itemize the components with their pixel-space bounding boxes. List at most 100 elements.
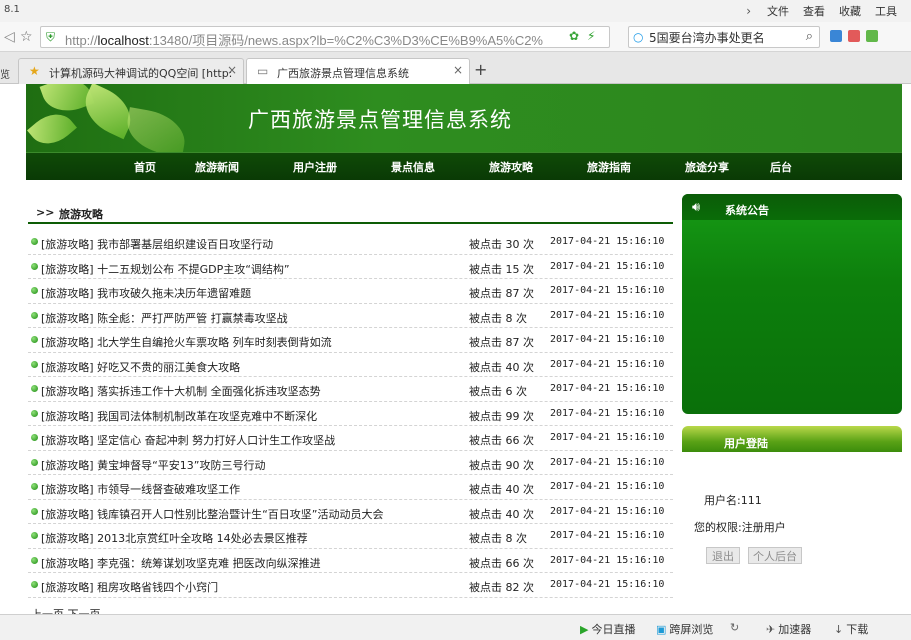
extension-icon[interactable] bbox=[866, 30, 878, 42]
lightning-icon[interactable]: ⚡ bbox=[587, 29, 595, 43]
toolbar-extensions bbox=[830, 30, 878, 42]
bullet-icon bbox=[31, 409, 38, 417]
nav-share[interactable]: 旅途分享 bbox=[685, 159, 729, 175]
menu-file[interactable]: 文件 bbox=[767, 3, 789, 19]
news-title[interactable]: [旅游攻略] 市领导一线督查破难攻坚工作 bbox=[41, 481, 240, 497]
news-date: 2017-04-21 15:16:10 bbox=[550, 579, 665, 590]
nav-home[interactable]: 首页 bbox=[134, 159, 156, 175]
nav-admin[interactable]: 后台 bbox=[770, 159, 792, 175]
news-title[interactable]: [旅游攻略] 我市部署基层组织建设百日攻坚行动 bbox=[41, 236, 273, 252]
news-title[interactable]: [旅游攻略] 我市攻破久拖未决历年遗留难题 bbox=[41, 285, 251, 301]
site-title: 广西旅游景点管理信息系统 bbox=[248, 108, 512, 132]
news-date: 2017-04-21 15:16:10 bbox=[550, 481, 665, 492]
news-clicks: 被点击 40 次 bbox=[469, 483, 534, 496]
search-engine-icon[interactable]: ○ bbox=[633, 30, 643, 44]
news-title[interactable]: [旅游攻略] 钱库镇召开人口性别比整治暨计生“百日攻坚”活动动员大会 bbox=[41, 506, 383, 522]
pager-links[interactable]: 上一页 下一页 bbox=[31, 606, 101, 614]
bullet-icon bbox=[31, 581, 38, 588]
news-date: 2017-04-21 15:16:10 bbox=[550, 505, 665, 517]
bullet-icon bbox=[31, 311, 38, 319]
news-title[interactable]: [旅游攻略] 租房攻略省钱四个小窍门 bbox=[41, 579, 218, 595]
login-header: 用户登陆 bbox=[682, 426, 902, 452]
news-title[interactable]: [旅游攻略] 黄宝坤督导“平安13”攻防三号行动 bbox=[41, 457, 265, 473]
news-title[interactable]: [旅游攻略] 好吃又不贵的丽江美食大攻略 bbox=[41, 359, 240, 375]
news-title[interactable]: [旅游攻略] 我国司法体制机制改革在攻坚克难中不断深化 bbox=[41, 408, 317, 424]
news-clicks: 被点击 6 次 bbox=[469, 385, 527, 398]
nav-travel-news[interactable]: 旅游新闻 bbox=[195, 159, 239, 175]
news-date: 2017-04-21 15:16:10 bbox=[550, 285, 665, 296]
browser-titlebar: 8.1 › 文件 查看 收藏 工具 bbox=[0, 0, 911, 22]
chevron-right-icon[interactable]: › bbox=[746, 4, 751, 18]
tab-qq-space[interactable]: ★ 计算机源码大神调试的QQ空间 [http: × bbox=[18, 58, 244, 84]
news-title[interactable]: [旅游攻略] 十二五规划公布 不提GDP主攻“调结构” bbox=[41, 261, 290, 277]
status-accelerator[interactable]: ✈ 加速器 bbox=[766, 621, 811, 637]
apps-icon[interactable] bbox=[830, 30, 842, 42]
news-title[interactable]: [旅游攻略] 李克强：统筹谋划攻坚克难 把医改向纵深推进 bbox=[41, 555, 321, 571]
search-input[interactable] bbox=[649, 29, 799, 45]
speaker-icon: 🔊︎ bbox=[692, 200, 701, 215]
status-live[interactable]: ▶ 今日直播 bbox=[580, 621, 635, 637]
close-icon[interactable]: × bbox=[453, 63, 463, 77]
notice-header: 🔊︎ 系统公告 bbox=[682, 194, 902, 220]
close-icon[interactable]: × bbox=[227, 63, 237, 77]
notice-panel: 🔊︎ 系统公告 bbox=[682, 194, 902, 414]
nav-attractions[interactable]: 景点信息 bbox=[391, 159, 435, 175]
news-date: 2017-04-21 15:16:10 bbox=[550, 236, 665, 247]
news-title[interactable]: [旅游攻略] 落实拆违工作十大机制 全面强化拆违攻坚态势 bbox=[41, 383, 321, 399]
news-date: 2017-04-21 15:16:10 bbox=[550, 334, 665, 345]
home-icon[interactable]: ◁ bbox=[4, 29, 15, 45]
screen-icon: ▣ bbox=[656, 623, 667, 636]
browser-version: 8.1 bbox=[4, 4, 20, 15]
bullet-icon bbox=[31, 507, 38, 515]
nav-guides[interactable]: 旅游攻略 bbox=[489, 159, 533, 175]
double-chevron-icon: >> bbox=[36, 206, 55, 219]
mail-icon[interactable] bbox=[848, 30, 860, 42]
nav-travel-tips[interactable]: 旅游指南 bbox=[587, 159, 631, 175]
news-date: 2017-04-21 15:16:10 bbox=[550, 260, 665, 272]
news-date: 2017-04-21 15:16:10 bbox=[550, 407, 665, 419]
tab-label: 广西旅游景点管理信息系统 bbox=[277, 67, 409, 80]
menu-view[interactable]: 查看 bbox=[803, 3, 825, 19]
menu-favorites[interactable]: 收藏 bbox=[839, 3, 861, 19]
user-admin-button[interactable]: 个人后台 bbox=[748, 547, 802, 564]
status-cross-screen[interactable]: ▣ 跨屏浏览 bbox=[656, 621, 713, 637]
news-title[interactable]: [旅游攻略] 2013北京赏红叶全攻略 14处必去景区推荐 bbox=[41, 530, 308, 546]
list-item: [旅游攻略] 北大学生自编抢火车票攻略 列车时刻表倒背如流 被点击 87 次 201… bbox=[28, 328, 673, 353]
menu-tools[interactable]: 工具 bbox=[875, 3, 897, 19]
news-title[interactable]: [旅游攻略] 陈全彪：严打严防严管 打赢禁毒攻坚战 bbox=[41, 310, 288, 326]
news-date: 2017-04-21 15:16:10 bbox=[550, 432, 665, 443]
news-clicks: 被点击 40 次 bbox=[469, 360, 534, 374]
refresh-icon[interactable]: ✿ bbox=[569, 29, 579, 43]
news-clicks: 被点击 8 次 bbox=[469, 311, 527, 325]
shield-icon: ⛨ bbox=[46, 30, 56, 44]
tab-current[interactable]: ▭ 广西旅游景点管理信息系统 × bbox=[246, 58, 470, 85]
news-title[interactable]: [旅游攻略] 北大学生自编抢火车票攻略 列车时刻表倒背如流 bbox=[41, 334, 332, 350]
logout-button[interactable]: 退出 bbox=[706, 547, 740, 564]
tab-left-label[interactable]: 览 bbox=[0, 66, 10, 81]
address-bar[interactable]: ⛨ http://localhost:13480/项目源码/news.aspx?… bbox=[40, 26, 610, 48]
news-clicks: 被点击 87 次 bbox=[469, 336, 534, 349]
star-icon[interactable]: ☆ bbox=[20, 29, 33, 45]
site-banner: 广西旅游景点管理信息系统 bbox=[26, 84, 902, 152]
news-clicks: 被点击 90 次 bbox=[469, 458, 534, 472]
news-title[interactable]: [旅游攻略] 坚定信心 奋起冲刺 努力打好人口计生工作攻坚战 bbox=[41, 432, 335, 448]
news-date: 2017-04-21 15:16:10 bbox=[550, 530, 665, 541]
rocket-icon: ✈ bbox=[766, 623, 776, 636]
username-text: 用户名:111 bbox=[704, 494, 762, 507]
tab-label: 计算机源码大神调试的QQ空间 [http: bbox=[49, 67, 233, 80]
list-item: [旅游攻略] 落实拆违工作十大机制 全面强化拆违攻坚态势 被点击 6 次 2017-… bbox=[28, 377, 673, 402]
bullet-icon bbox=[31, 532, 38, 539]
play-icon: ▶ bbox=[580, 623, 589, 636]
nav-register[interactable]: 用户注册 bbox=[293, 159, 337, 175]
bullet-icon bbox=[31, 336, 38, 343]
news-clicks: 被点击 82 次 bbox=[469, 581, 534, 594]
list-item: [旅游攻略] 十二五规划公布 不提GDP主攻“调结构” 被点击 15 次 2017-… bbox=[28, 255, 673, 279]
list-item: [旅游攻略] 租房攻略省钱四个小窍门 被点击 82 次 2017-04-21 15:… bbox=[28, 573, 673, 598]
new-tab-icon[interactable]: + bbox=[474, 60, 487, 79]
browser-menu: › 文件 查看 收藏 工具 bbox=[746, 3, 911, 19]
news-clicks: 被点击 8 次 bbox=[469, 532, 527, 545]
status-download[interactable]: ↓ 下载 bbox=[834, 621, 868, 637]
search-icon[interactable]: ⌕ bbox=[806, 29, 813, 44]
status-refresh-icon[interactable]: ↻ bbox=[730, 621, 742, 634]
address-url[interactable]: http://localhost:13480/项目源码/news.aspx?lb… bbox=[65, 30, 565, 49]
